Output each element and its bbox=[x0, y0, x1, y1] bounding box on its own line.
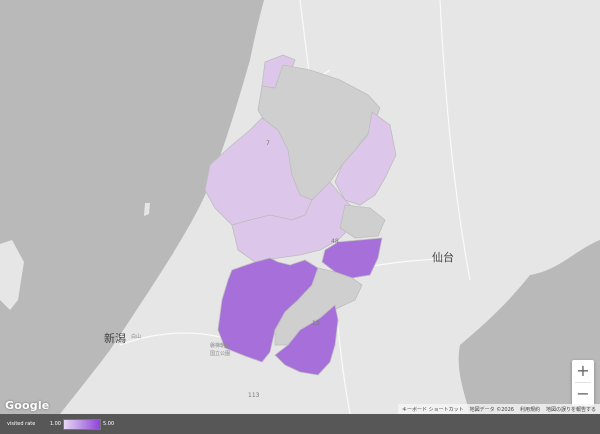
report-error-link[interactable]: 地図の誤りを報告する bbox=[546, 406, 596, 413]
city-label-sendai: 仙台 bbox=[432, 251, 454, 264]
place-label-hakusan: 白山 bbox=[131, 334, 142, 340]
park-label-1: 磐梯朝日 bbox=[210, 343, 231, 349]
zoom-in-button[interactable]: + bbox=[572, 360, 594, 382]
zoom-out-button[interactable]: − bbox=[572, 383, 594, 405]
terms-link[interactable]: 利用規約 bbox=[520, 406, 540, 413]
road-label-13: 13 bbox=[312, 320, 320, 327]
legend-title: visited rate bbox=[7, 421, 36, 427]
legend-min-value: 1.00 bbox=[49, 421, 61, 427]
park-label-2: 国立公園 bbox=[210, 351, 231, 357]
zoom-control: + − bbox=[572, 360, 594, 406]
road-label-48: 48 bbox=[331, 238, 339, 245]
road-label-7: 7 bbox=[266, 140, 270, 147]
keyboard-shortcuts-link[interactable]: キーボード ショートカット bbox=[402, 406, 464, 413]
legend-gradient bbox=[63, 418, 101, 430]
road-label-113: 113 bbox=[248, 392, 260, 399]
legend-max-value: 5.00 bbox=[103, 421, 115, 427]
map-data-text: 地図データ ©2026 bbox=[469, 406, 514, 413]
legend: visited rate 1.00 5.00 bbox=[0, 414, 600, 434]
map-canvas[interactable]: 新潟 仙台 白山 磐梯朝日 国立公園 48 13 113 7 + − Googl… bbox=[0, 0, 600, 414]
city-label-niigata: 新潟 bbox=[104, 332, 126, 345]
google-logo[interactable]: Google bbox=[5, 399, 49, 412]
map-svg bbox=[0, 0, 600, 414]
attribution-bar: キーボード ショートカット 地図データ ©2026 利用規約 地図の誤りを報告す… bbox=[398, 404, 600, 414]
